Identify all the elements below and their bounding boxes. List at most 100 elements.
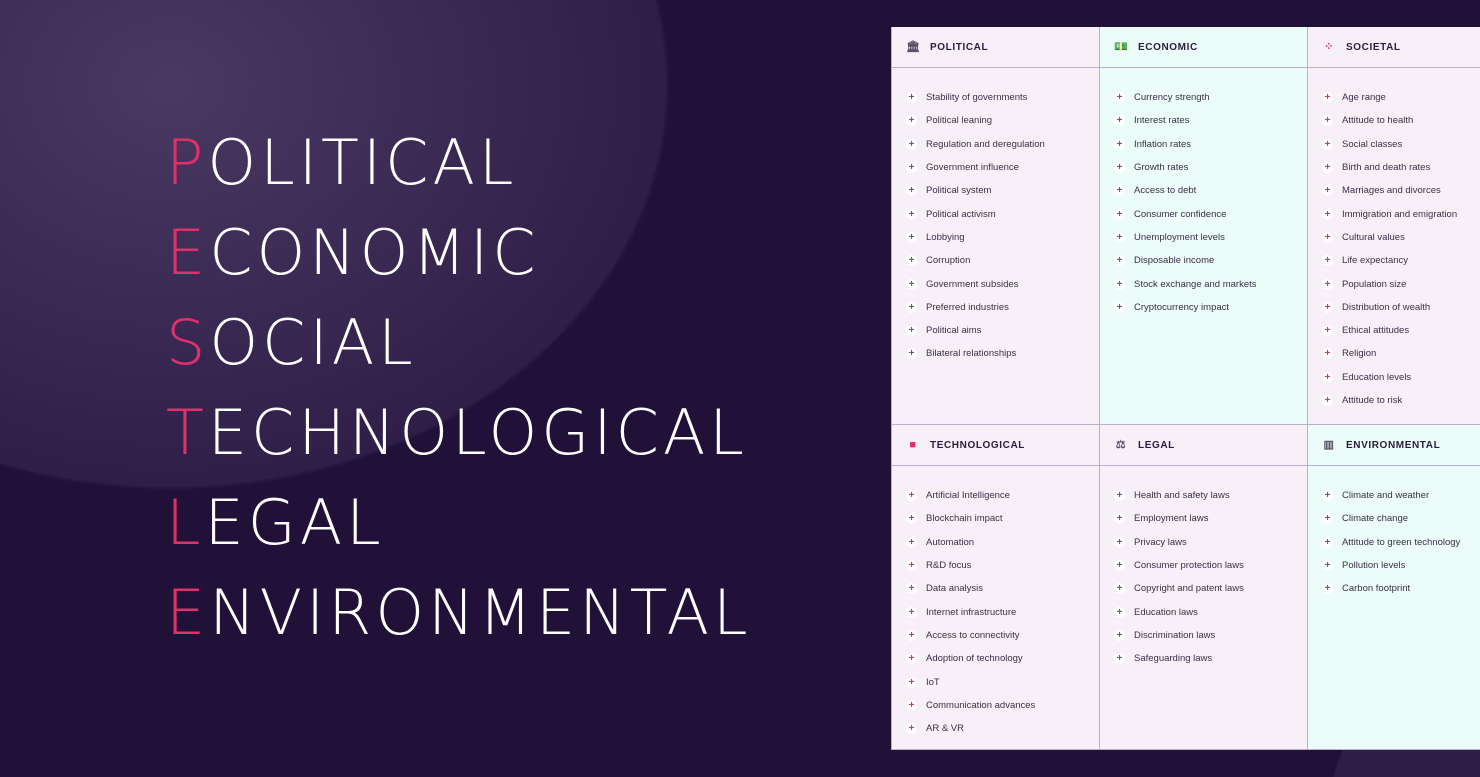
list-item: + Political activism xyxy=(892,202,1099,225)
plus-icon: + xyxy=(1114,490,1125,502)
list-item: + Attitude to green technology xyxy=(1308,531,1480,554)
section-title: POLITICAL xyxy=(930,41,989,53)
section-header-legal: ⚖ LEGAL xyxy=(1100,425,1308,466)
item-label: R&D focus xyxy=(926,560,972,572)
list-item: + Education levels xyxy=(1308,366,1480,389)
plus-icon: + xyxy=(1322,536,1333,548)
headline-word: ECONOMIC xyxy=(166,218,752,308)
list-item: + Preferred industries xyxy=(892,296,1099,319)
plus-icon: + xyxy=(906,278,917,290)
scales-icon: ⚖ xyxy=(1115,439,1127,451)
item-label: Religion xyxy=(1342,348,1377,360)
item-label: Climate and weather xyxy=(1342,490,1430,502)
plus-icon: + xyxy=(1322,208,1333,220)
item-label: Regulation and deregulation xyxy=(926,138,1045,150)
item-label: Life expectancy xyxy=(1342,255,1409,267)
list-item: + Currency strength xyxy=(1100,86,1307,109)
plus-icon: + xyxy=(906,138,917,150)
list-item: + Blockchain impact xyxy=(892,507,1099,530)
plus-icon: + xyxy=(1114,115,1125,127)
item-label: Social classes xyxy=(1342,138,1403,150)
section-list: + Stability of governments + Political lean… xyxy=(892,68,1100,425)
item-label: Population size xyxy=(1342,278,1407,290)
list-item: + Stock exchange and markets xyxy=(1100,272,1307,295)
list-item: + Consumer confidence xyxy=(1100,202,1307,225)
list-item: + Immigration and emigration xyxy=(1308,202,1480,225)
item-label: Education levels xyxy=(1342,371,1412,383)
list-item: + Stability of governments xyxy=(892,86,1099,109)
government-building-icon: 🏛 xyxy=(906,41,921,53)
section-header-political: 🏛 POLITICAL xyxy=(892,27,1100,68)
list-item: + AR & VR xyxy=(892,717,1099,740)
plus-icon: + xyxy=(1322,490,1333,502)
item-label: Attitude to health xyxy=(1342,115,1414,127)
list-item: + Distribution of wealth xyxy=(1308,296,1480,319)
headline-word: TECHNOLOGICAL xyxy=(166,398,752,488)
list-item: + IoT xyxy=(892,670,1099,693)
plus-icon: + xyxy=(1322,138,1333,150)
plus-icon: + xyxy=(906,92,917,104)
list-item: + Access to connectivity xyxy=(892,624,1099,647)
plus-icon: + xyxy=(1114,185,1125,197)
list-item: + Social classes xyxy=(1308,133,1480,156)
plus-icon: + xyxy=(906,115,917,127)
section-list: + Currency strength + Interest rates + Inflat… xyxy=(1100,68,1308,425)
plus-icon: + xyxy=(1322,278,1333,290)
item-label: Preferred industries xyxy=(926,301,1009,313)
section-list: + Health and safety laws + Employment laws +… xyxy=(1100,466,1308,750)
item-label: Stability of governments xyxy=(926,92,1028,104)
item-label: Employment laws xyxy=(1134,513,1209,525)
item-label: Political activism xyxy=(926,208,996,220)
list-item: + Lobbying xyxy=(892,226,1099,249)
plus-icon: + xyxy=(906,231,917,243)
plus-icon: + xyxy=(1114,583,1125,595)
plus-icon: + xyxy=(906,606,917,618)
headline-initial: T xyxy=(166,396,208,469)
item-label: Health and safety laws xyxy=(1134,490,1230,502)
item-label: Government subsides xyxy=(926,278,1019,290)
item-label: Climate change xyxy=(1342,513,1409,525)
item-label: Automation xyxy=(926,536,975,548)
plus-icon: + xyxy=(906,536,917,548)
item-label: Political aims xyxy=(926,325,982,337)
section-title: SOCIETAL xyxy=(1346,41,1401,53)
plus-icon: + xyxy=(1322,115,1333,127)
item-label: Age range xyxy=(1342,92,1386,104)
list-item: + Age range xyxy=(1308,86,1480,109)
item-label: Blockchain impact xyxy=(926,513,1003,525)
plus-icon: + xyxy=(1114,231,1125,243)
plus-icon: + xyxy=(1322,231,1333,243)
list-item: + Regulation and deregulation xyxy=(892,133,1099,156)
item-label: Consumer protection laws xyxy=(1134,560,1244,572)
headline-word: ENVIRONMENTAL xyxy=(166,578,752,668)
plus-icon: + xyxy=(1322,162,1333,174)
item-label: Education laws xyxy=(1134,606,1198,618)
list-item: + Religion xyxy=(1308,342,1480,365)
list-item: + Access to debt xyxy=(1100,179,1307,202)
item-label: Data analysis xyxy=(926,583,984,595)
plus-icon: + xyxy=(1322,560,1333,572)
plus-icon: + xyxy=(1322,255,1333,267)
plus-icon: + xyxy=(906,162,917,174)
headline-word: SOCIAL xyxy=(166,308,752,398)
plus-icon: + xyxy=(906,676,917,688)
item-label: Attitude to green technology xyxy=(1342,536,1461,548)
section-header-economic: 💵 ECONOMIC xyxy=(1100,27,1308,68)
plus-icon: + xyxy=(1114,301,1125,313)
list-item: + Cryptocurrency impact xyxy=(1100,296,1307,319)
item-label: Ethical attitudes xyxy=(1342,325,1410,337)
list-item: + Disposable income xyxy=(1100,249,1307,272)
item-label: Disposable income xyxy=(1134,255,1215,267)
headline-initial: L xyxy=(166,486,205,559)
list-item: + Birth and death rates xyxy=(1308,156,1480,179)
list-item: + Climate change xyxy=(1308,507,1480,530)
plus-icon: + xyxy=(906,325,917,337)
plus-icon: + xyxy=(1322,92,1333,104)
list-item: + Government subsides xyxy=(892,272,1099,295)
plus-icon: + xyxy=(906,208,917,220)
item-label: Discrimination laws xyxy=(1134,629,1216,641)
plus-icon: + xyxy=(906,699,917,711)
item-label: Inflation rates xyxy=(1134,138,1192,150)
item-label: Pollution levels xyxy=(1342,560,1406,572)
plus-icon: + xyxy=(1322,371,1333,383)
